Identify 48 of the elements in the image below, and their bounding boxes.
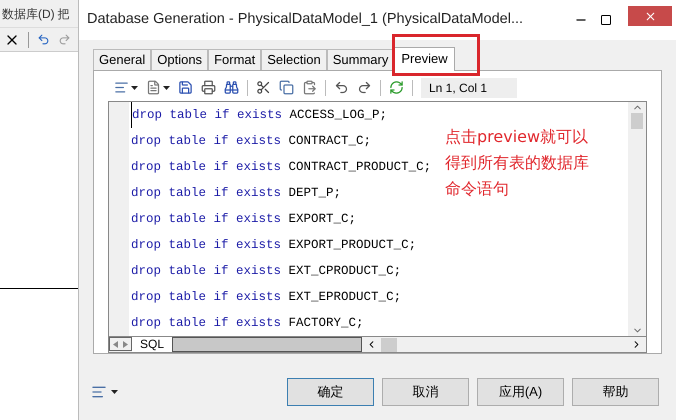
cursor-position: Ln 1, Col 1: [421, 78, 517, 98]
caret-icon[interactable]: [111, 390, 118, 394]
tab[interactable]: Preview: [394, 47, 455, 71]
scroll-thumb[interactable]: [381, 338, 398, 352]
code-line: drop table if exists FACTORY_C;: [131, 315, 364, 332]
left-arrow-icon[interactable]: [113, 340, 118, 348]
paste-icon[interactable]: [302, 80, 317, 95]
undo-icon[interactable]: [37, 33, 50, 46]
dialog-button[interactable]: 取消: [382, 378, 469, 406]
code-line: drop table if exists EXT_EPRODUCT_C;: [131, 289, 402, 306]
menu-item[interactable]: 数据库(D): [2, 4, 55, 22]
close-button[interactable]: [628, 6, 672, 26]
align-icon[interactable]: [114, 80, 138, 95]
tab[interactable]: General: [93, 49, 152, 70]
tab[interactable]: Selection: [261, 49, 327, 70]
cut-icon[interactable]: [256, 80, 271, 95]
menu-item[interactable]: 把: [58, 4, 70, 22]
right-arrow-icon[interactable]: [123, 340, 128, 348]
refresh-icon[interactable]: [389, 80, 404, 95]
maximize-icon[interactable]: [600, 14, 612, 26]
undo-icon[interactable]: [334, 80, 349, 95]
printer-icon[interactable]: [201, 80, 216, 95]
vertical-scrollbar[interactable]: [628, 102, 646, 336]
code-line: drop table if exists EXT_CPRODUCT_C;: [131, 263, 402, 280]
tab[interactable]: Format: [208, 49, 262, 70]
copy-icon[interactable]: [279, 80, 294, 95]
code-line: drop table if exists EXPORT_C;: [131, 211, 356, 228]
caret-icon[interactable]: [163, 86, 170, 90]
document-icon[interactable]: [146, 80, 170, 95]
save-icon[interactable]: [178, 80, 193, 95]
code-line: drop table if exists DEPT_P;: [131, 185, 342, 202]
code-line: drop table if exists ACCESS_LOG_P;: [131, 102, 388, 128]
options-icon[interactable]: [91, 384, 107, 400]
tab[interactable]: Summary: [326, 49, 394, 70]
redo-icon[interactable]: [357, 80, 372, 95]
code-line: drop table if exists CONTRACT_PRODUCT_C;: [131, 159, 432, 176]
sheet-tab[interactable]: SQL: [132, 337, 172, 352]
scroll-thumb[interactable]: [631, 113, 643, 129]
dialog-button[interactable]: 确定: [287, 378, 374, 406]
window-title: Database Generation - PhysicalDataModel_1 (PhysicalDataModel...: [87, 10, 524, 30]
annotation-text: 点击preview就可以 得到所有表的数据库 命令语句: [445, 126, 589, 200]
code-line: drop table if exists CONTRACT_C;: [131, 133, 372, 150]
dialog-button[interactable]: 应用(A): [477, 378, 564, 406]
code-line: drop table if exists EXPORT_PRODUCT_C;: [131, 237, 416, 254]
caret-icon[interactable]: [131, 86, 138, 90]
tab[interactable]: Options: [151, 49, 208, 70]
dialog-button[interactable]: 帮助: [572, 378, 659, 406]
search-icon[interactable]: [224, 80, 239, 95]
